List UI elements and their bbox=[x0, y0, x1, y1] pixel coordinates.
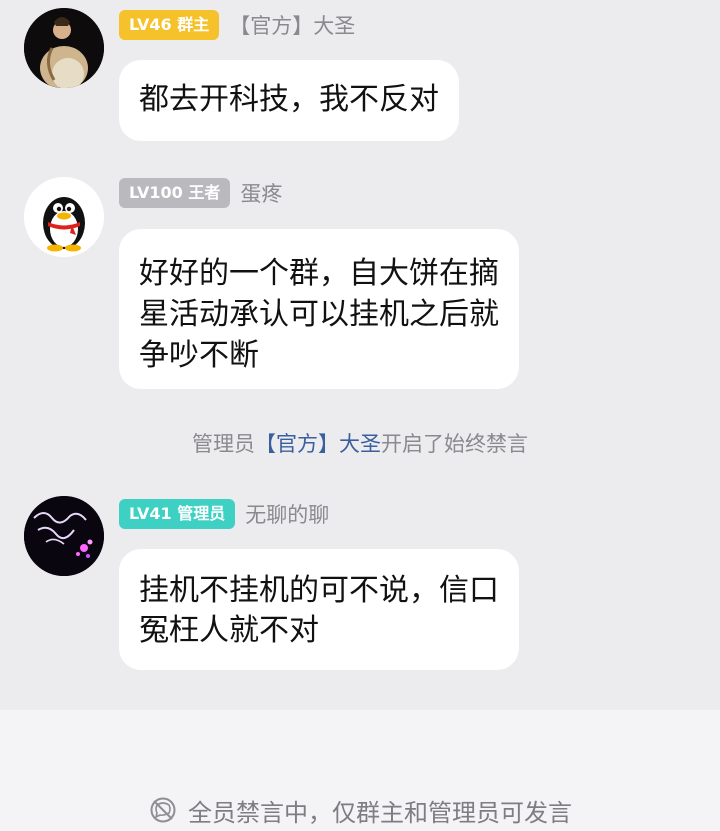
message-line: 好好的一个群，自大饼在摘 bbox=[139, 256, 499, 291]
avatar[interactable] bbox=[24, 496, 104, 576]
message-line: 争吵不断 bbox=[139, 338, 259, 373]
system-notice-admin-name[interactable]: 【官方】大圣 bbox=[255, 432, 381, 456]
message-line: 冤枉人就不对 bbox=[139, 613, 319, 648]
sender-nickname[interactable]: 【官方】大圣 bbox=[229, 10, 355, 40]
message-bubble[interactable]: 挂机不挂机的可不说，信口 冤枉人就不对 bbox=[119, 549, 519, 670]
qq-penguin-icon bbox=[24, 177, 104, 257]
mute-status-text: 全员禁言中，仅群主和管理员可发言 bbox=[188, 798, 572, 827]
message-line: 挂机不挂机的可不说，信口 bbox=[139, 573, 499, 608]
message-meta: LV41 管理员 无聊的聊 bbox=[119, 499, 329, 529]
system-notice-prefix: 管理员 bbox=[192, 432, 255, 456]
message-bubble[interactable]: 好好的一个群，自大饼在摘 星活动承认可以挂机之后就 争吵不断 bbox=[119, 229, 519, 389]
input-area-muted: 全员禁言中，仅群主和管理员可发言 bbox=[0, 710, 720, 831]
mute-icon bbox=[150, 797, 176, 823]
system-notice: 管理员【官方】大圣开启了始终禁言 bbox=[0, 428, 720, 458]
avatar-calligraphy-image bbox=[24, 496, 104, 576]
level-badge: LV46 群主 bbox=[119, 10, 220, 40]
message-line: 星活动承认可以挂机之后就 bbox=[139, 297, 499, 332]
mute-status-bar: 全员禁言中，仅群主和管理员可发言 bbox=[0, 790, 720, 830]
avatar-figure-image bbox=[24, 8, 104, 88]
message-bubble[interactable]: 都去开科技，我不反对 bbox=[119, 60, 459, 141]
avatar[interactable] bbox=[24, 177, 104, 257]
message-meta: LV46 群主 【官方】大圣 bbox=[119, 10, 355, 40]
sender-nickname[interactable]: 无聊的聊 bbox=[245, 499, 329, 529]
message-meta: LV100 王者 蛋疼 bbox=[119, 178, 282, 208]
level-badge: LV100 王者 bbox=[119, 178, 231, 208]
message-line: 都去开科技，我不反对 bbox=[139, 82, 439, 117]
system-notice-suffix: 开启了始终禁言 bbox=[381, 432, 528, 456]
sender-nickname[interactable]: 蛋疼 bbox=[240, 178, 282, 208]
level-badge: LV41 管理员 bbox=[119, 499, 236, 529]
avatar[interactable] bbox=[24, 8, 104, 88]
